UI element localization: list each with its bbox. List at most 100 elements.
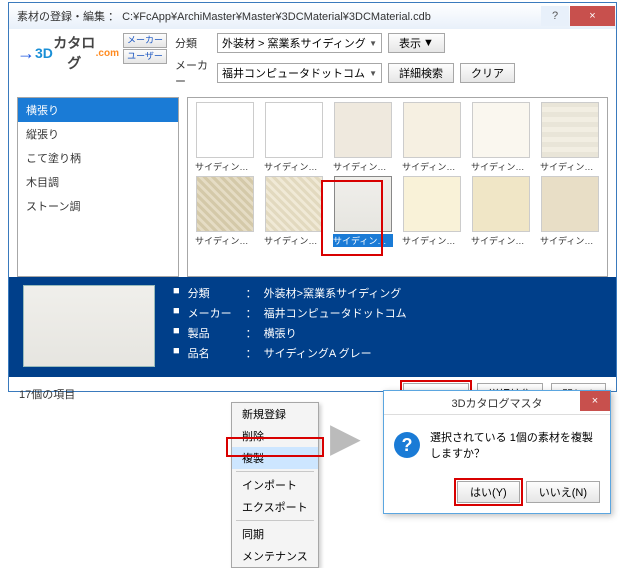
- prop-value: 外装材>窯業系サイディング: [264, 285, 402, 301]
- dialog-close-button[interactable]: ×: [580, 391, 610, 411]
- dialog-buttons: はい(Y) いいえ(N): [384, 475, 610, 513]
- thumbnail-item[interactable]: サイディングC ベ…: [468, 102, 534, 173]
- menu-separator: [236, 520, 314, 521]
- main-window: 素材の登録・編集 ： C:¥FcApp¥ArchiMaster¥Master¥3…: [8, 2, 617, 392]
- bullet-icon: ■: [173, 305, 180, 321]
- thumbnail-item[interactable]: サイディングA ベ…: [468, 176, 534, 247]
- thumbnail-item[interactable]: サイディングC グ…: [330, 102, 396, 173]
- mid-row: 横張り 縦張り こて塗り柄 木目調 ストーン調 サイディングいも…サイディングい…: [9, 97, 616, 277]
- prop-value: サイディングA グレー: [264, 345, 372, 361]
- confirm-dialog: 3Dカタログマスタ × ? 選択されている 1個の素材を複製しますか？ はい(Y…: [383, 390, 611, 514]
- list-item[interactable]: 横張り: [18, 98, 178, 122]
- titlebar: 素材の登録・編集 ： C:¥FcApp¥ArchiMaster¥Master¥3…: [9, 3, 616, 29]
- list-item[interactable]: 木目調: [18, 170, 178, 194]
- close-button[interactable]: ×: [570, 6, 615, 26]
- chevron-down-icon: ▼: [423, 37, 434, 49]
- thumbnail-item[interactable]: サイディングA ベ…: [537, 176, 603, 247]
- thumbnail-label: サイディングB ベ…: [264, 234, 324, 247]
- user-button[interactable]: ユーザー: [123, 49, 167, 64]
- category-label: 分類: [175, 35, 211, 51]
- thumbnail-label: サイディングA グ…: [333, 234, 393, 247]
- menu-separator: [236, 471, 314, 472]
- thumbnail-label: サイディングB グ…: [540, 160, 600, 173]
- menu-new[interactable]: 新規登録: [232, 403, 318, 425]
- help-button[interactable]: ?: [541, 6, 569, 26]
- clear-button[interactable]: クリア: [460, 63, 515, 83]
- menu-export[interactable]: エクスポート: [232, 496, 318, 518]
- dialog-body: ? 選択されている 1個の素材を複製しますか？: [384, 415, 610, 475]
- prop-row: ■品名：サイディングA グレー: [173, 345, 407, 361]
- detail-search-button[interactable]: 詳細検索: [388, 63, 454, 83]
- preview-image: [23, 285, 155, 367]
- side-buttons: メーカー ユーザー: [123, 33, 167, 64]
- display-button[interactable]: 表示 ▼: [388, 33, 445, 53]
- prop-row: ■メーカー：福井コンピュータドットコム: [173, 305, 407, 321]
- chevron-down-icon: ▼: [369, 39, 377, 48]
- thumbnail-label: サイディングA ベ…: [540, 234, 600, 247]
- thumbnail-grid: サイディングいも… サイディングいも… サイディングC グ… サイディングC ホ… サイ…: [192, 102, 603, 247]
- thumbnail-image: [541, 176, 599, 232]
- thumbnail-item[interactable]: サイディングいも…: [261, 102, 327, 173]
- window-title: 素材の登録・編集 ： C:¥FcApp¥ArchiMaster¥Master¥3…: [17, 8, 541, 24]
- menu-delete[interactable]: 削除: [232, 425, 318, 447]
- logo-3d: 3D: [35, 45, 53, 61]
- thumbnail-item[interactable]: サイディングB グ…: [537, 102, 603, 173]
- thumbnail-item[interactable]: サイディングA グ…: [330, 176, 396, 247]
- filters: 分類 外装材 > 窯業系サイディング ▼ 表示 ▼ メーカー 福井コンピュータド…: [175, 33, 608, 93]
- thumbnail-item[interactable]: サイディングA ホ…: [399, 176, 465, 247]
- thumbnail-item[interactable]: サイディングいも…: [192, 102, 258, 173]
- bullet-icon: ■: [173, 345, 180, 361]
- thumbnail-image: [541, 102, 599, 158]
- thumbnail-panel: サイディングいも… サイディングいも… サイディングC グ… サイディングC ホ… サイ…: [187, 97, 608, 277]
- prop-row: ■分類：外装材>窯業系サイディング: [173, 285, 407, 301]
- maker-label: メーカー: [175, 57, 211, 89]
- category-value: 外装材 > 窯業系サイディング: [222, 35, 366, 51]
- thumbnail-label: サイディングB ホ…: [195, 234, 255, 247]
- thumbnail-label: サイディングA ホ…: [402, 234, 462, 247]
- list-item[interactable]: こて塗り柄: [18, 146, 178, 170]
- maker-button[interactable]: メーカー: [123, 33, 167, 48]
- thumbnail-label: サイディングC ホ…: [402, 160, 462, 173]
- menu-maintenance[interactable]: メンテナンス: [232, 545, 318, 567]
- category-select[interactable]: 外装材 > 窯業系サイディング ▼: [217, 33, 382, 53]
- maker-select[interactable]: 福井コンピュータドットコム ▼: [217, 63, 382, 83]
- thumbnail-image: [265, 102, 323, 158]
- item-count: 17個の項目: [19, 386, 75, 402]
- thumbnail-label: サイディングC グ…: [333, 160, 393, 173]
- thumbnail-label: サイディングC ベ…: [471, 160, 531, 173]
- dialog-titlebar: 3Dカタログマスタ ×: [384, 391, 610, 415]
- thumbnail-item[interactable]: サイディングB ホ…: [192, 176, 258, 247]
- question-icon: ?: [394, 432, 420, 458]
- thumbnail-image: [403, 102, 461, 158]
- logo-com: .com: [96, 48, 119, 59]
- arrow-right-icon: ▶: [330, 415, 361, 461]
- tool-menu: 新規登録 削除 複製 インポート エクスポート 同期 メンテナンス: [231, 402, 319, 568]
- thumbnail-image: [196, 102, 254, 158]
- prop-value: 福井コンピュータドットコム: [264, 305, 407, 321]
- thumbnail-image: [265, 176, 323, 232]
- maker-value: 福井コンピュータドットコム: [222, 65, 365, 81]
- property-list: ■分類：外装材>窯業系サイディング ■メーカー：福井コンピュータドットコム ■製…: [173, 285, 407, 369]
- thumbnail-item[interactable]: サイディングB ベ…: [261, 176, 327, 247]
- category-list[interactable]: 横張り 縦張り こて塗り柄 木目調 ストーン調: [17, 97, 179, 277]
- thumbnail-label: サイディングいも…: [195, 160, 255, 173]
- logo-catalog: カタログ: [53, 33, 96, 73]
- thumbnail-item[interactable]: サイディングC ホ…: [399, 102, 465, 173]
- dialog-message: 選択されている 1個の素材を複製しますか？: [430, 429, 600, 461]
- prop-row: ■製品：横張り: [173, 325, 407, 341]
- menu-copy[interactable]: 複製: [232, 447, 318, 469]
- menu-sync[interactable]: 同期: [232, 523, 318, 545]
- menu-import[interactable]: インポート: [232, 474, 318, 496]
- bullet-icon: ■: [173, 285, 180, 301]
- thumbnail-image: [472, 176, 530, 232]
- detail-bar: ■分類：外装材>窯業系サイディング ■メーカー：福井コンピュータドットコム ■製…: [9, 277, 616, 377]
- top-row: → 3D カタログ .com メーカー ユーザー 分類 外装材 > 窯業系サイデ…: [9, 29, 616, 97]
- thumbnail-image: [472, 102, 530, 158]
- no-button[interactable]: いいえ(N): [526, 481, 600, 503]
- logo-arrow-icon: →: [17, 43, 35, 64]
- yes-button[interactable]: はい(Y): [457, 481, 520, 503]
- list-item[interactable]: 縦張り: [18, 122, 178, 146]
- list-item[interactable]: ストーン調: [18, 194, 178, 218]
- prop-value: 横張り: [264, 325, 297, 341]
- thumbnail-label: サイディングいも…: [264, 160, 324, 173]
